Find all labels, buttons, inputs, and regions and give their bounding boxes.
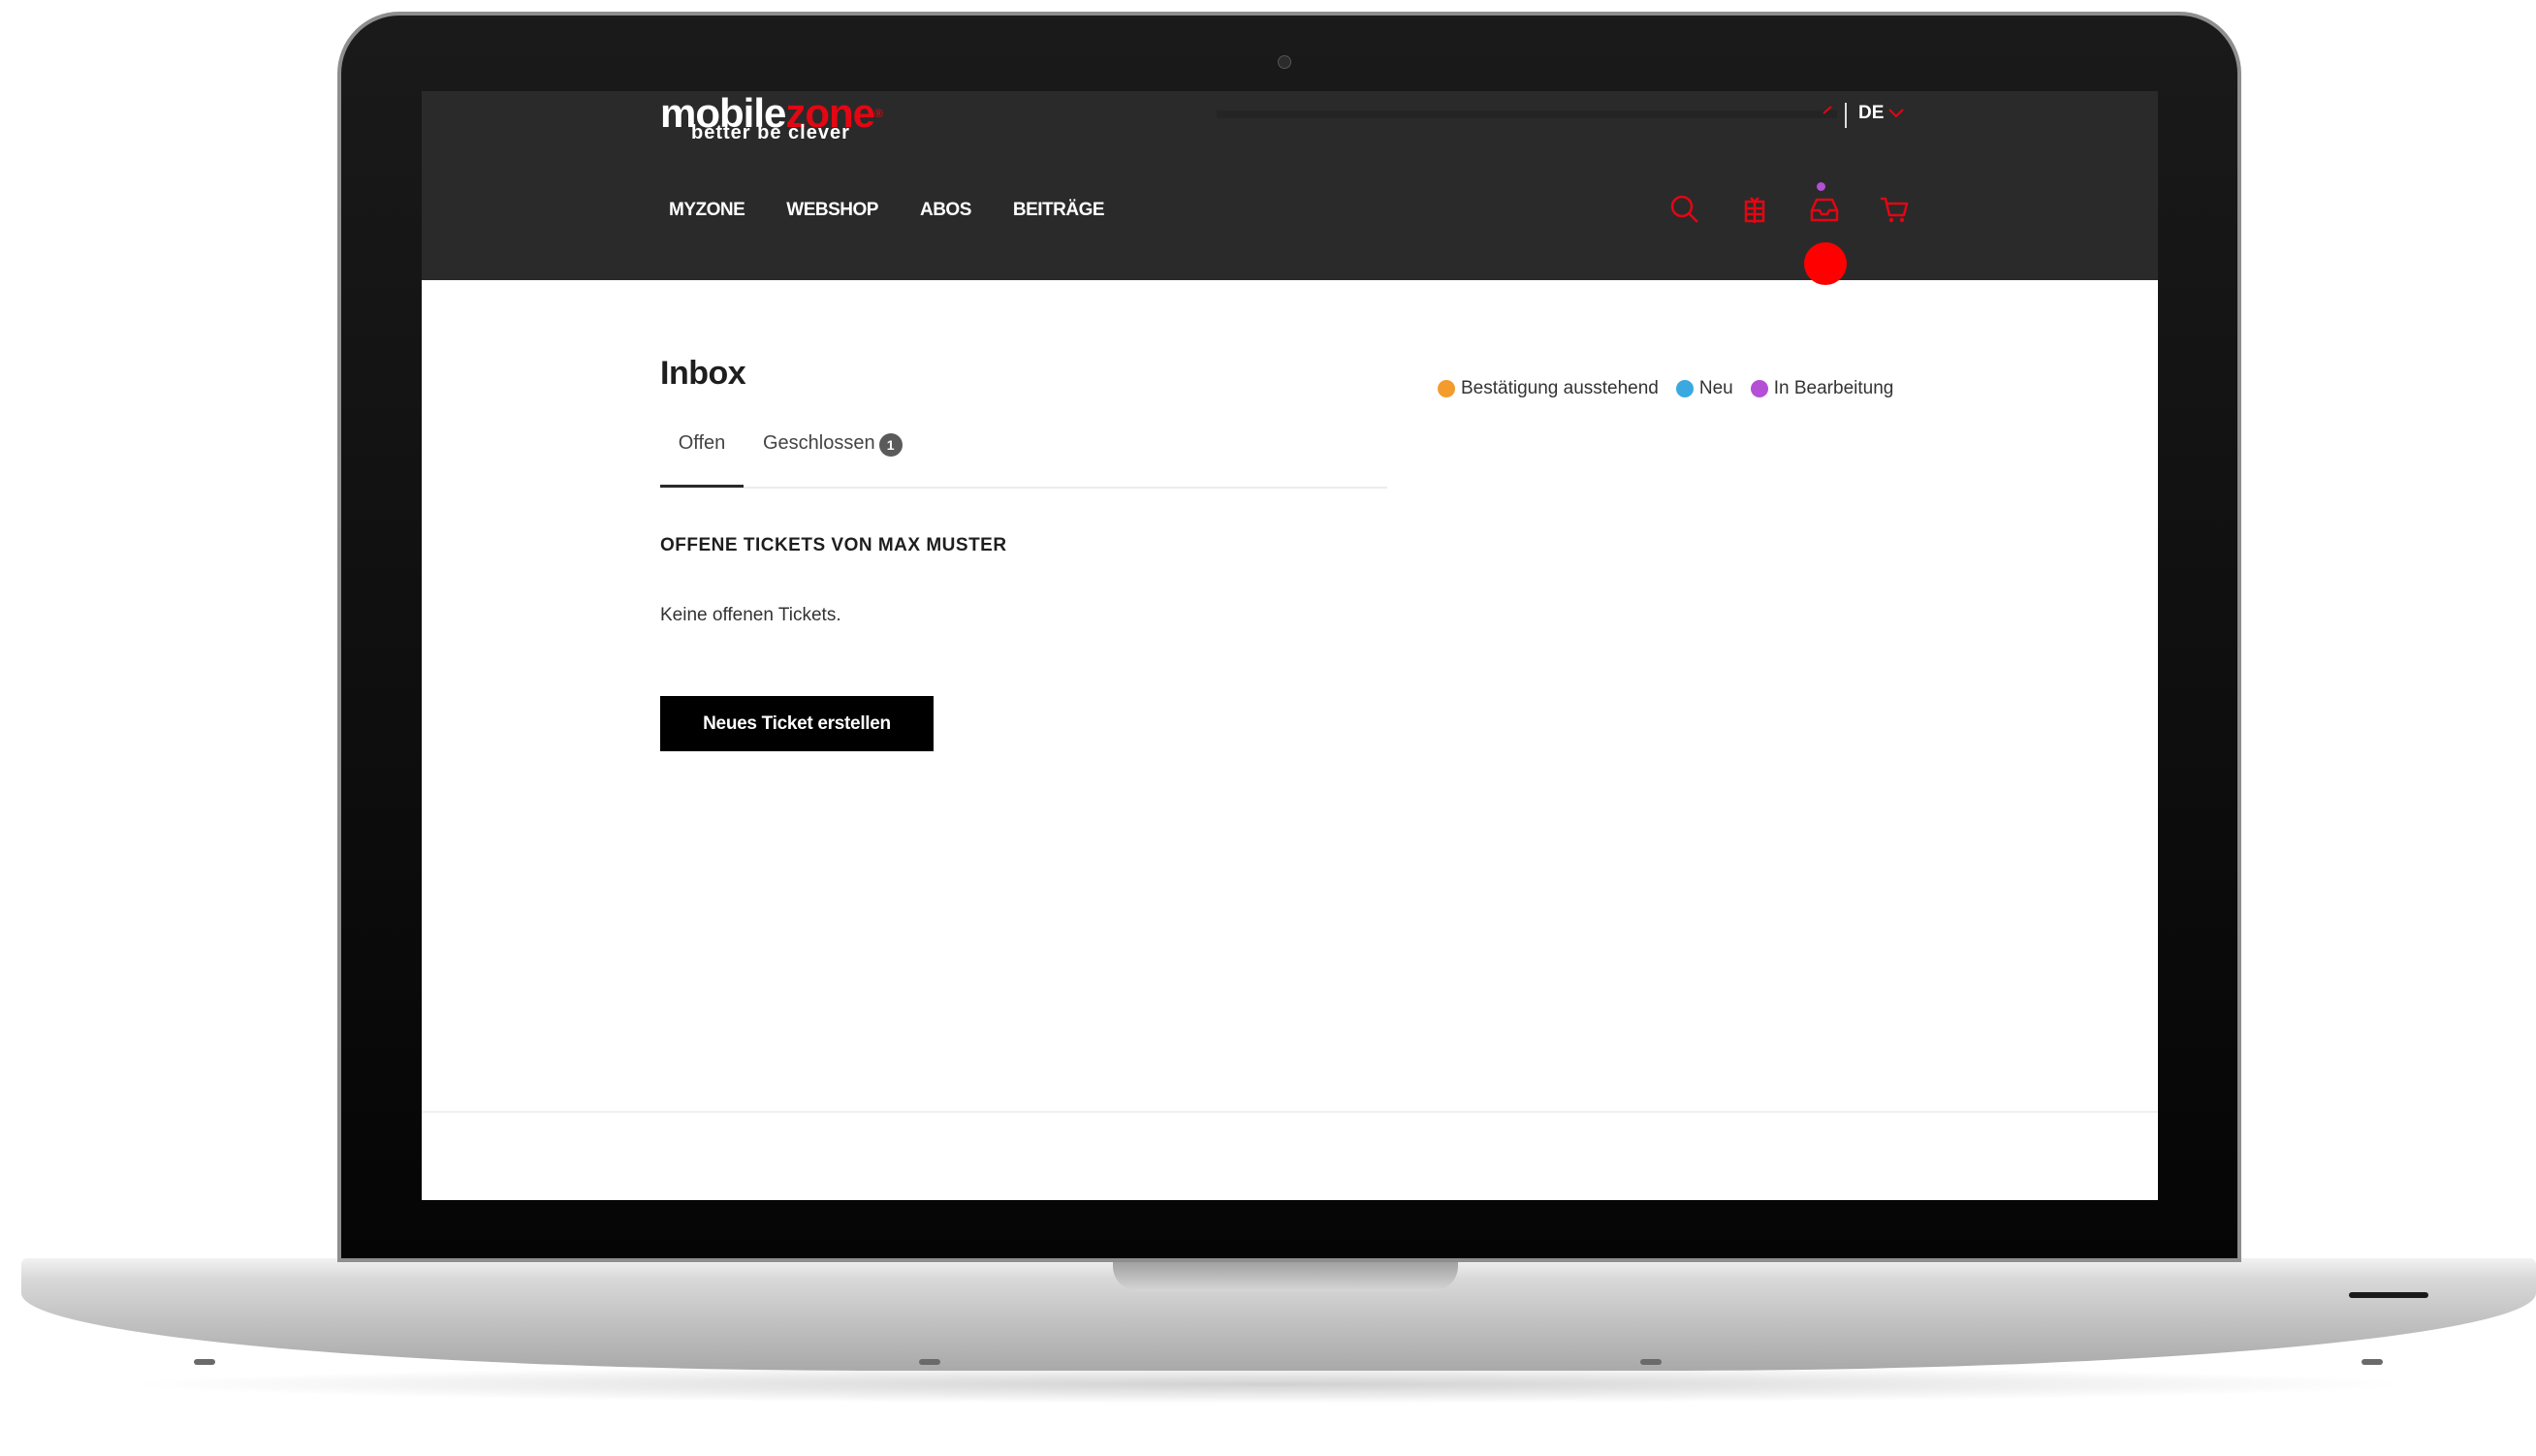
language-label: DE bbox=[1858, 103, 1885, 123]
gift-icon[interactable] bbox=[1737, 192, 1772, 227]
tab-geschlossen[interactable]: Geschlossen 1 bbox=[763, 430, 903, 485]
main-navigation: MYZONE WEBSHOP ABOS BEITRÄGE bbox=[669, 200, 1105, 221]
site-header: mobilezone® better be clever DE MYZONE W… bbox=[422, 91, 2158, 280]
laptop-foot bbox=[194, 1359, 215, 1365]
legend-item-pending: Bestätigung ausstehend bbox=[1438, 378, 1659, 399]
create-ticket-button[interactable]: Neues Ticket erstellen bbox=[660, 696, 934, 751]
browser-screen: mobilezone® better be clever DE MYZONE W… bbox=[422, 91, 2158, 1200]
check-icon bbox=[1823, 105, 1832, 118]
chevron-down-icon bbox=[1888, 109, 1905, 118]
legend-item-new: Neu bbox=[1675, 378, 1733, 399]
status-dot-icon bbox=[1750, 380, 1768, 397]
legend-label: Bestätigung ausstehend bbox=[1461, 378, 1659, 398]
nav-item-myzone[interactable]: MYZONE bbox=[669, 200, 745, 221]
count-badge: 1 bbox=[878, 433, 903, 457]
tab-label: Offen bbox=[678, 432, 726, 454]
ticket-tabs: Offen Geschlossen 1 bbox=[660, 430, 1387, 489]
topbar-placeholder bbox=[1217, 111, 1837, 118]
click-indicator bbox=[1804, 242, 1847, 285]
empty-state-message: Keine offenen Tickets. bbox=[660, 605, 841, 625]
status-legend: Bestätigung ausstehend Neu In Bearbeitun… bbox=[1438, 378, 1893, 399]
inbox-notification-dot bbox=[1817, 182, 1825, 191]
laptop-side-slot bbox=[2349, 1292, 2428, 1298]
legend-label: Neu bbox=[1698, 378, 1733, 398]
laptop-notch bbox=[1113, 1258, 1458, 1291]
cart-icon[interactable] bbox=[1877, 192, 1912, 227]
inbox-icon[interactable] bbox=[1807, 192, 1842, 227]
laptop-foot bbox=[2362, 1359, 2383, 1365]
laptop-foot bbox=[919, 1359, 940, 1365]
laptop-foot bbox=[1640, 1359, 1662, 1365]
legend-item-in-progress: In Bearbeitung bbox=[1750, 378, 1894, 399]
page-title: Inbox bbox=[660, 355, 746, 392]
nav-item-webshop[interactable]: WEBSHOP bbox=[786, 200, 878, 221]
logo-tagline: better be clever bbox=[691, 122, 850, 143]
footer-divider bbox=[422, 1111, 2158, 1113]
mobilezone-logo[interactable]: mobilezone® better be clever bbox=[660, 91, 893, 143]
header-icons bbox=[1667, 192, 1912, 227]
tab-label: Geschlossen bbox=[763, 432, 875, 454]
legend-label: In Bearbeitung bbox=[1773, 378, 1894, 398]
laptop-shadow bbox=[116, 1365, 2424, 1404]
camera-icon bbox=[1278, 55, 1291, 69]
status-dot-icon bbox=[1438, 380, 1455, 397]
tab-offen[interactable]: Offen bbox=[660, 430, 744, 488]
language-selector[interactable]: DE bbox=[1858, 103, 1905, 124]
nav-item-beitraege[interactable]: BEITRÄGE bbox=[1013, 200, 1105, 221]
search-icon[interactable] bbox=[1667, 192, 1702, 227]
status-dot-icon bbox=[1675, 380, 1694, 397]
nav-item-abos[interactable]: ABOS bbox=[920, 200, 971, 221]
section-heading: OFFENE TICKETS VON MAX MUSTER bbox=[660, 535, 1007, 555]
topbar-separator bbox=[1845, 103, 1847, 128]
